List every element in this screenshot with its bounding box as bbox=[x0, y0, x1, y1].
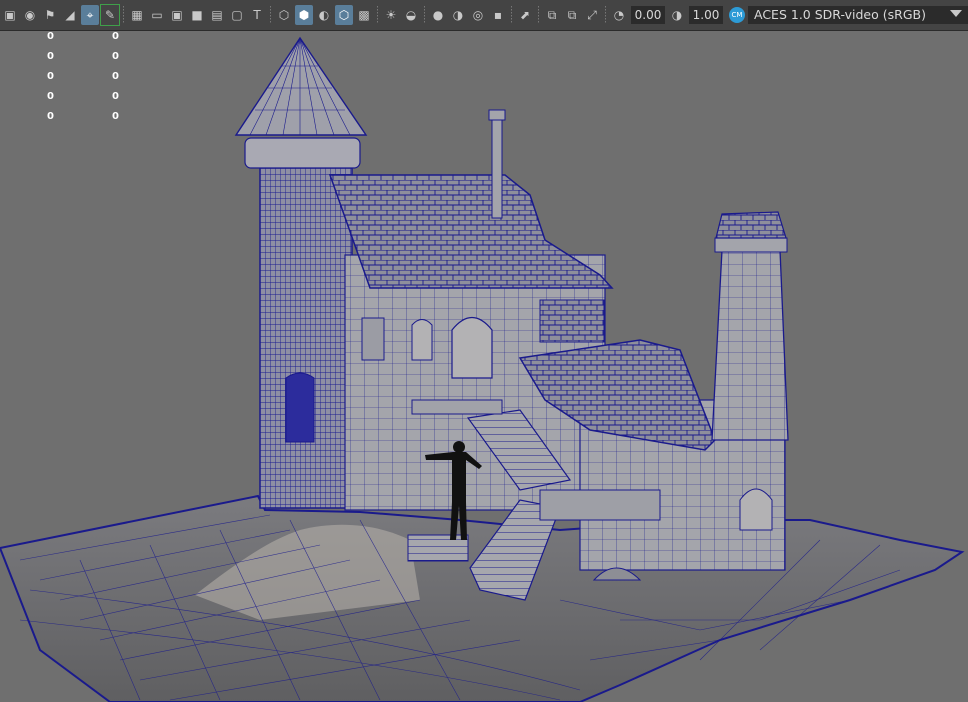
color-management-icon[interactable]: CM bbox=[729, 7, 745, 23]
hud-row: 00 bbox=[0, 111, 140, 131]
xray-component-icon[interactable]: ⤢ bbox=[583, 5, 601, 25]
multisample-aa-icon[interactable]: ◎ bbox=[469, 5, 487, 25]
camera-icon[interactable]: ▣ bbox=[1, 5, 19, 25]
wireframe-icon[interactable]: ⬡ bbox=[275, 5, 293, 25]
hud-value: 0 bbox=[112, 51, 119, 62]
toolbar-separator bbox=[424, 6, 425, 24]
depth-of-field-icon[interactable]: ▪ bbox=[489, 5, 507, 25]
use-all-lights-icon[interactable]: ☀ bbox=[382, 5, 400, 25]
hud-value: 0 bbox=[47, 111, 54, 122]
default-material-icon[interactable]: ◐ bbox=[315, 5, 333, 25]
isolate-select-icon[interactable]: ⬈ bbox=[516, 5, 534, 25]
xray-joints-icon[interactable]: ⧉ bbox=[543, 5, 561, 25]
hud-value: 0 bbox=[47, 51, 54, 62]
chimney-tower bbox=[711, 211, 789, 441]
screen-space-ao-icon[interactable]: ● bbox=[429, 5, 447, 25]
field-chart-icon[interactable]: ▤ bbox=[208, 5, 226, 25]
exposure-icon[interactable]: ◔ bbox=[610, 5, 628, 25]
ground-mesh bbox=[0, 494, 965, 702]
hud-value: 0 bbox=[112, 111, 119, 122]
chevron-down-icon bbox=[950, 10, 962, 17]
motion-blur-icon[interactable]: ◑ bbox=[449, 5, 467, 25]
xray-active-icon[interactable]: ⧉ bbox=[563, 5, 581, 25]
resolution-gate-icon[interactable]: ▣ bbox=[168, 5, 186, 25]
xray-icon[interactable]: ▩ bbox=[355, 5, 373, 25]
gamma-field[interactable]: 1.00 bbox=[689, 6, 723, 24]
viewport-toolbar: ▣ ◉ ⚑ ◢ ⌖ ✎ ▦ ▭ ▣ ■ ▤ ▢ T ⬡ ⬢ ◐ ⬡ ▩ ☀ ◒ … bbox=[0, 0, 968, 31]
camera-attributes-icon[interactable]: ◉ bbox=[21, 5, 39, 25]
two-d-pan-zoom-icon[interactable]: ⌖ bbox=[81, 5, 99, 25]
hud-value: 0 bbox=[112, 91, 119, 102]
viewport-canvas[interactable] bbox=[0, 0, 968, 702]
shadows-icon[interactable]: ◒ bbox=[402, 5, 420, 25]
toolbar-separator bbox=[605, 6, 606, 24]
main-house bbox=[328, 109, 614, 511]
toolbar-separator bbox=[538, 6, 539, 24]
gamma-icon[interactable]: ◑ bbox=[668, 5, 686, 25]
hud-value: 0 bbox=[47, 91, 54, 102]
toolbar-separator bbox=[123, 6, 124, 24]
exposure-field[interactable]: 0.00 bbox=[631, 6, 665, 24]
bookmark-icon[interactable]: ⚑ bbox=[41, 5, 59, 25]
hud-value: 0 bbox=[112, 71, 119, 82]
hud-value: 0 bbox=[112, 31, 119, 42]
hud-row: 00 bbox=[0, 31, 140, 51]
smooth-shade-icon[interactable]: ⬢ bbox=[295, 5, 313, 25]
toolbar-separator bbox=[270, 6, 271, 24]
safe-title-icon[interactable]: T bbox=[248, 5, 266, 25]
hud-row: 00 bbox=[0, 51, 140, 71]
hud-row: 00 bbox=[0, 71, 140, 91]
safe-action-icon[interactable]: ▢ bbox=[228, 5, 246, 25]
gate-mask-icon[interactable]: ■ bbox=[188, 5, 206, 25]
film-gate-icon[interactable]: ▭ bbox=[148, 5, 166, 25]
wireframe-on-shaded-icon[interactable]: ⬡ bbox=[335, 5, 353, 25]
image-plane-icon[interactable]: ◢ bbox=[61, 5, 79, 25]
grease-pencil-icon[interactable]: ✎ bbox=[100, 4, 120, 26]
heads-up-display: 00 00 00 00 00 bbox=[0, 31, 140, 131]
hud-value: 0 bbox=[47, 71, 54, 82]
hud-row: 00 bbox=[0, 91, 140, 111]
hud-value: 0 bbox=[47, 31, 54, 42]
toolbar-separator bbox=[511, 6, 512, 24]
grid-icon[interactable]: ▦ bbox=[128, 5, 146, 25]
color-space-label: ACES 1.0 SDR-video (sRGB) bbox=[754, 7, 926, 22]
color-space-dropdown[interactable]: ACES 1.0 SDR-video (sRGB) bbox=[748, 6, 968, 24]
toolbar-separator bbox=[377, 6, 378, 24]
